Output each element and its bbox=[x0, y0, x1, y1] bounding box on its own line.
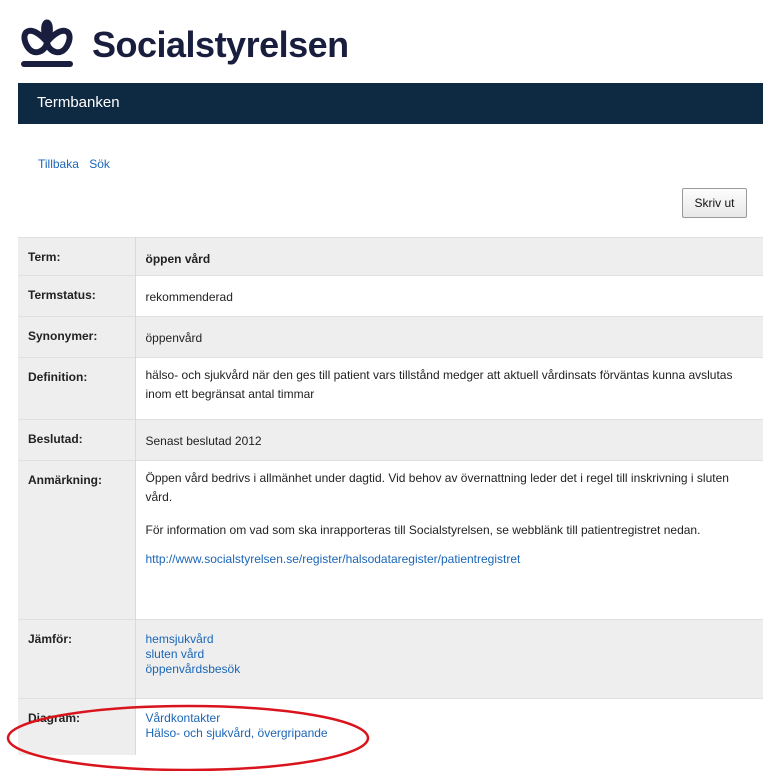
remark-paragraph: För information om vad som ska inrapport… bbox=[145, 523, 701, 537]
table-row-status: Termstatus: rekommenderad bbox=[18, 275, 763, 317]
search-link[interactable]: Sök bbox=[89, 157, 110, 171]
site-logo[interactable]: Socialstyrelsen bbox=[12, 0, 412, 80]
compare-link-oppenvardsbesok[interactable]: öppenvårdsbesök bbox=[146, 662, 754, 677]
table-row-synonyms: Synonymer: öppenvård bbox=[18, 316, 763, 358]
table-row-remark: Anmärkning: Öppen vård bedrivs i allmänh… bbox=[18, 460, 763, 620]
nav-links: Tillbaka Sök bbox=[38, 157, 117, 171]
header-bar: Termbanken bbox=[18, 83, 763, 124]
row-label: Jämför: bbox=[18, 619, 136, 699]
decided-value: Senast beslutad 2012 bbox=[135, 419, 763, 461]
table-row-diagram: Diagram: Vårdkontakter Hälso- och sjukvå… bbox=[18, 698, 763, 755]
row-label: Synonymer: bbox=[18, 316, 136, 358]
org-name: Socialstyrelsen bbox=[92, 24, 349, 65]
app-title: Termbanken bbox=[37, 94, 120, 111]
row-label: Term: bbox=[18, 237, 136, 276]
print-button[interactable]: Skriv ut bbox=[682, 188, 747, 218]
compare-links: hemsjukvård sluten vård öppenvårdsbesök bbox=[135, 619, 763, 699]
row-label: Definition: bbox=[18, 357, 136, 420]
table-row-term: Term: öppen vård bbox=[18, 237, 763, 276]
status-value: rekommenderad bbox=[135, 275, 763, 317]
row-label: Anmärkning: bbox=[18, 460, 136, 620]
synonyms-value: öppenvård bbox=[135, 316, 763, 358]
term-value: öppen vård bbox=[135, 237, 763, 276]
table-row-decided: Beslutad: Senast beslutad 2012 bbox=[18, 419, 763, 461]
diagram-link-vardkontakter[interactable]: Vårdkontakter bbox=[146, 711, 754, 726]
diagram-link-halso-sjukvard[interactable]: Hälso- och sjukvård, övergripande bbox=[146, 726, 754, 741]
row-label: Beslutad: bbox=[18, 419, 136, 461]
patientregistret-link[interactable]: http://www.socialstyrelsen.se/register/h… bbox=[146, 552, 754, 567]
remark-value: Öppen vård bedrivs i allmänhet under dag… bbox=[135, 460, 763, 620]
row-label: Diagram: bbox=[18, 698, 136, 755]
compare-link-sluten-vard[interactable]: sluten vård bbox=[146, 647, 754, 662]
diagram-links: Vårdkontakter Hälso- och sjukvård, överg… bbox=[135, 698, 763, 755]
row-label: Termstatus: bbox=[18, 275, 136, 317]
definition-value: hälso- och sjukvård när den ges till pat… bbox=[135, 357, 763, 420]
table-row-compare: Jämför: hemsjukvård sluten vård öppenvår… bbox=[18, 619, 763, 699]
remark-paragraph: Öppen vård bedrivs i allmänhet under dag… bbox=[145, 471, 729, 504]
term-table: Term: öppen vård Termstatus: rekommender… bbox=[18, 237, 763, 755]
compare-link-hemsjukvard[interactable]: hemsjukvård bbox=[146, 632, 754, 647]
back-link[interactable]: Tillbaka bbox=[38, 157, 79, 171]
socialstyrelsen-logo-icon bbox=[21, 19, 73, 67]
table-row-definition: Definition: hälso- och sjukvård när den … bbox=[18, 357, 763, 420]
